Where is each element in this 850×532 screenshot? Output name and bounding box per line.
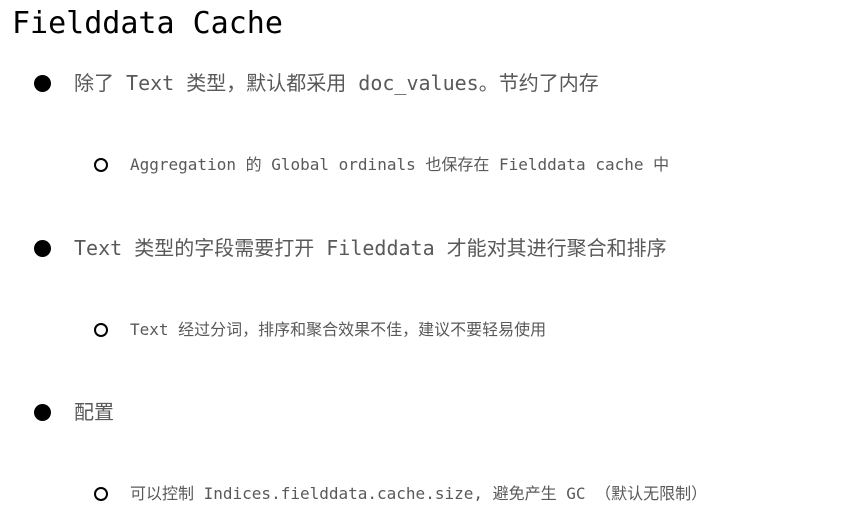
sub-bullet-text: Text 经过分词，排序和聚合效果不佳，建议不要轻易使用 — [130, 320, 547, 339]
hollow-bullet-icon — [94, 487, 108, 501]
hollow-bullet-icon — [94, 323, 108, 337]
filled-bullet-icon — [34, 239, 51, 257]
sub-bullet-text: Aggregation 的 Global ordinals 也保存在 Field… — [130, 155, 670, 174]
bullet-text: Text 类型的字段需要打开 Fileddata 才能对其进行聚合和排序 — [74, 236, 667, 260]
sub-bullet-item-cache-size: 可以控制 Indices.fielddata.cache.size, 避免产生 … — [94, 481, 707, 507]
bullet-item-doc-values: 除了 Text 类型，默认都采用 doc_values。节约了内存 — [34, 68, 599, 98]
bullet-text: 除了 Text 类型，默认都采用 doc_values。节约了内存 — [74, 71, 599, 95]
sub-bullet-item-global-ordinals: Aggregation 的 Global ordinals 也保存在 Field… — [94, 152, 669, 178]
sub-bullet-text: 可以控制 Indices.fielddata.cache.size, 避免产生 … — [130, 484, 708, 503]
filled-bullet-icon — [34, 74, 51, 92]
bullet-text: 配置 — [74, 400, 114, 424]
sub-bullet-item-text-analyzed: Text 经过分词，排序和聚合效果不佳，建议不要轻易使用 — [94, 317, 546, 343]
bullet-item-config: 配置 — [34, 397, 114, 427]
filled-bullet-icon — [34, 403, 51, 421]
bullet-item-text-fielddata: Text 类型的字段需要打开 Fileddata 才能对其进行聚合和排序 — [34, 233, 667, 263]
page-title: Fielddata Cache — [12, 6, 283, 41]
hollow-bullet-icon — [94, 158, 108, 172]
